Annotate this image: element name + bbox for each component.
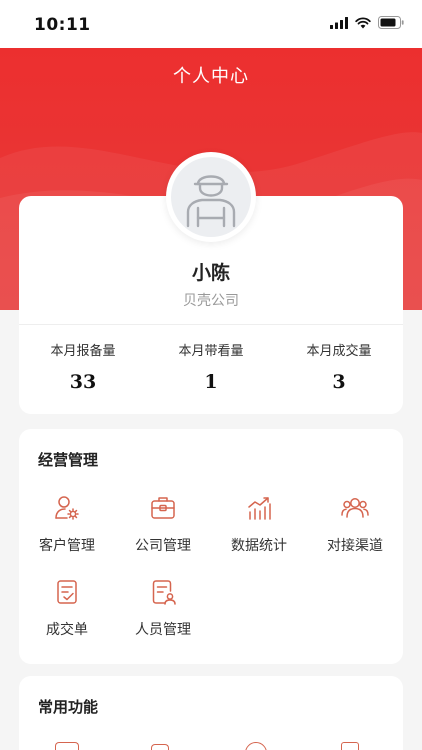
status-time: 10:11 (34, 15, 91, 35)
signal-icon (330, 16, 348, 29)
channel-icon (341, 498, 369, 518)
grid-item-label: 数据统计 (231, 538, 287, 554)
statistics-icon (248, 497, 271, 520)
stat-monthly-deals[interactable]: 本月成交量 3 (275, 340, 403, 393)
grid-item-customer-management[interactable]: 客户管理 (19, 493, 115, 555)
staff-icon (152, 580, 176, 605)
grid-item-label: 成交单 (46, 622, 88, 638)
deal-order-icon (57, 580, 77, 604)
company-icon (151, 497, 175, 519)
stat-value: 33 (69, 371, 97, 393)
grid-item-label: 公司管理 (135, 538, 191, 554)
common-icon-row (19, 742, 403, 750)
divider (19, 324, 403, 325)
user-avatar-icon (186, 175, 236, 228)
common-icon-partial[interactable] (55, 742, 79, 750)
business-management-section: 经营管理 客户管理 公司管理 数据统计 对接渠道 成交单 人员管理 (19, 429, 403, 664)
common-icon-partial[interactable] (341, 742, 359, 750)
grid-item-data-statistics[interactable]: 数据统计 (211, 493, 307, 555)
grid-item-company-management[interactable]: 公司管理 (115, 493, 211, 555)
customer-icon (55, 496, 79, 520)
stat-monthly-viewings[interactable]: 本月带看量 1 (147, 340, 275, 393)
stats-row: 本月报备量 33 本月带看量 1 本月成交量 3 (19, 340, 403, 393)
stat-label: 本月成交量 (306, 344, 372, 359)
stat-value: 1 (204, 371, 218, 393)
status-bar: 10:11 (0, 0, 422, 48)
status-icons (330, 16, 404, 29)
stat-label: 本月带看量 (178, 344, 244, 359)
stat-monthly-reports[interactable]: 本月报备量 33 (19, 340, 147, 393)
user-name: 小陈 (191, 262, 230, 284)
common-icon-partial[interactable] (151, 744, 169, 750)
grid-item-deal-orders[interactable]: 成交单 (19, 577, 115, 639)
wifi-icon (355, 16, 371, 28)
common-functions-section: 常用功能 (19, 676, 403, 750)
page-title: 个人中心 (173, 66, 249, 87)
battery-icon (378, 16, 404, 29)
section-title: 常用功能 (38, 698, 99, 716)
avatar[interactable] (166, 152, 256, 242)
grid-item-label: 人员管理 (135, 622, 191, 638)
grid-item-label: 客户管理 (39, 538, 95, 554)
grid-item-label: 对接渠道 (327, 538, 383, 554)
grid-item-staff-management[interactable]: 人员管理 (115, 577, 211, 639)
common-icon-partial[interactable] (245, 742, 267, 750)
stat-label: 本月报备量 (50, 344, 116, 359)
section-title: 经营管理 (38, 451, 99, 469)
grid-item-channel-docking[interactable]: 对接渠道 (307, 493, 403, 555)
user-company: 贝壳公司 (183, 293, 239, 309)
stat-value: 3 (332, 371, 346, 393)
